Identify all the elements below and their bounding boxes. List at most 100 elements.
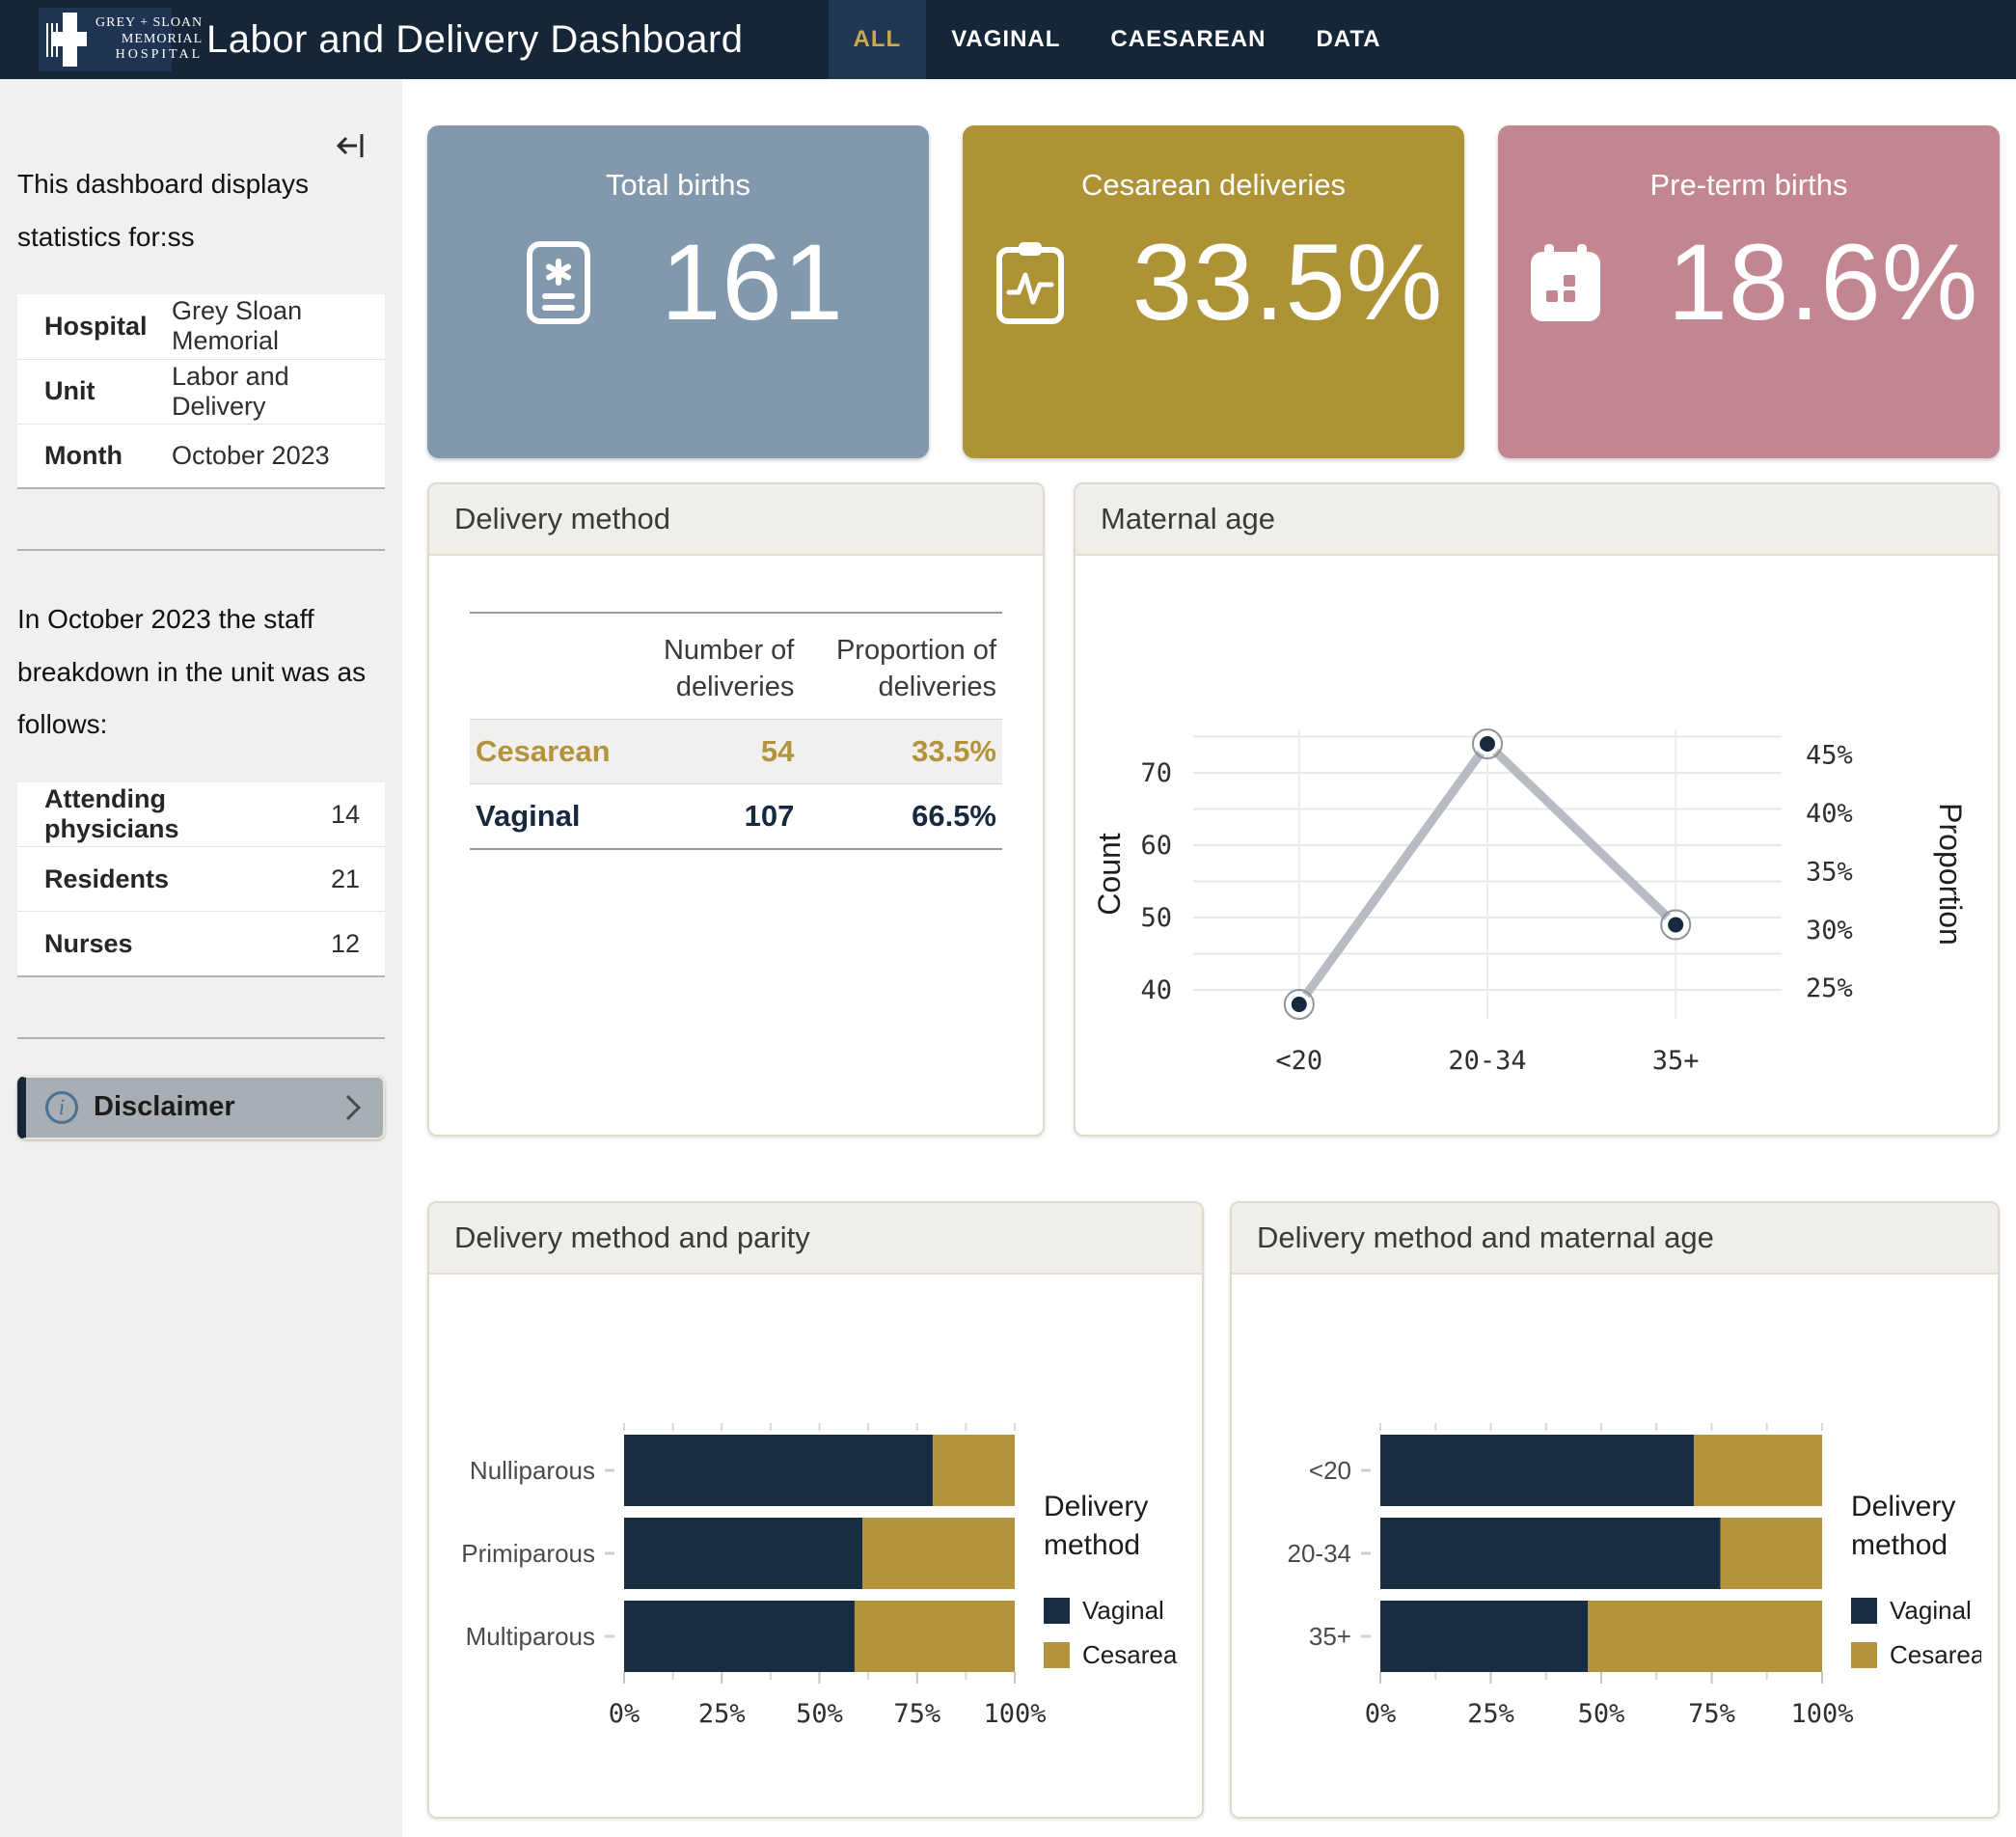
delivery-method-table: Number of deliveries Proportion of deliv… xyxy=(470,612,1002,850)
svg-text:Delivery: Delivery xyxy=(1851,1491,1955,1522)
row-count: 107 xyxy=(616,784,801,850)
svg-text:Delivery: Delivery xyxy=(1044,1491,1148,1522)
kpi-title: Cesarean deliveries xyxy=(1081,168,1346,203)
tab-vaginal[interactable]: VAGINAL xyxy=(926,0,1085,79)
svg-text:Cesarean: Cesarean xyxy=(1890,1640,1981,1669)
table-row: Residents 21 xyxy=(17,847,385,912)
panel-delivery-maternal-age: Delivery method and maternal age <2020-3… xyxy=(1230,1201,2000,1819)
sidebar-collapse-button[interactable] xyxy=(335,129,368,167)
sidebar: This dashboard displays statistics for:s… xyxy=(0,79,402,1837)
panel-maternal-age: Maternal age 4050607025%30%35%40%45%<202… xyxy=(1074,482,2000,1137)
col-header-proportion: Proportion of deliveries xyxy=(800,613,1002,720)
parity-stacked-bar-chart[interactable]: NulliparousPrimiparousMultiparous0%25%50… xyxy=(450,1419,1179,1747)
info-label: Unit xyxy=(17,359,172,424)
svg-text:50: 50 xyxy=(1140,903,1172,933)
tab-all[interactable]: ALL xyxy=(829,0,927,79)
panel-title: Delivery method and parity xyxy=(429,1203,1202,1275)
svg-text:30%: 30% xyxy=(1806,916,1853,946)
svg-text:75%: 75% xyxy=(893,1699,940,1729)
svg-text:Cesarean: Cesarean xyxy=(1082,1640,1179,1669)
svg-text:35%: 35% xyxy=(1806,857,1853,887)
staff-table: Attending physicians 14 Residents 21 Nur… xyxy=(17,782,385,977)
svg-text:60: 60 xyxy=(1140,831,1172,861)
table-row: Nurses 12 xyxy=(17,912,385,976)
collapse-arrow-icon xyxy=(335,129,368,162)
svg-text:20-34: 20-34 xyxy=(1448,1046,1526,1076)
svg-text:Vaginal: Vaginal xyxy=(1890,1596,1972,1625)
svg-text:Vaginal: Vaginal xyxy=(1082,1596,1164,1625)
svg-text:method: method xyxy=(1044,1529,1140,1561)
dashboard-info-table: Hospital Grey Sloan Memorial Unit Labor … xyxy=(17,294,385,489)
svg-text:100%: 100% xyxy=(983,1699,1046,1729)
svg-text:50%: 50% xyxy=(796,1699,843,1729)
svg-text:25%: 25% xyxy=(1467,1699,1514,1729)
kpi-value: 18.6% xyxy=(1668,220,1979,344)
charts-row-1: Delivery method Number of deliveries Pro… xyxy=(427,482,2000,1137)
kpi-card-cesarean: Cesarean deliveries 33.5% xyxy=(963,125,1464,458)
tab-caesarean[interactable]: CAESAREAN xyxy=(1085,0,1291,79)
svg-text:Multiparous: Multiparous xyxy=(466,1622,595,1651)
row-proportion: 66.5% xyxy=(800,784,1002,850)
sidebar-intro-text: This dashboard displays statistics for:s… xyxy=(17,158,385,263)
row-label: Cesarean xyxy=(470,720,616,784)
nav-tabs: ALL VAGINAL CAESAREAN DATA xyxy=(829,0,1406,79)
row-proportion: 33.5% xyxy=(800,720,1002,784)
svg-text:100%: 100% xyxy=(1790,1699,1853,1729)
info-value: October 2023 xyxy=(172,424,385,488)
staff-value: 21 xyxy=(179,847,385,912)
birth-certificate-icon xyxy=(512,236,605,329)
info-value: Labor and Delivery xyxy=(172,359,385,424)
panel-title: Delivery method xyxy=(429,484,1043,556)
panel-title: Delivery method and maternal age xyxy=(1232,1203,1998,1275)
table-row: Unit Labor and Delivery xyxy=(17,359,385,424)
staff-value: 12 xyxy=(179,912,385,976)
hospital-logo-text: GREY + SLOAN MEMORIAL HOSPITAL xyxy=(95,15,203,64)
staff-intro-text: In October 2023 the staff breakdown in t… xyxy=(17,593,385,752)
svg-text:Count: Count xyxy=(1092,833,1127,916)
chevron-right-icon xyxy=(342,1091,364,1124)
info-icon: i xyxy=(45,1091,78,1124)
age-method-stacked-bar-chart[interactable]: <2020-3435+0%25%50%75%100%Deliverymethod… xyxy=(1253,1419,1981,1747)
svg-text:0%: 0% xyxy=(609,1699,640,1729)
sidebar-divider xyxy=(17,1037,385,1039)
svg-text:25%: 25% xyxy=(1806,973,1853,1003)
kpi-title: Pre-term births xyxy=(1650,168,1848,203)
svg-text:35+: 35+ xyxy=(1309,1622,1351,1651)
svg-text:Nulliparous: Nulliparous xyxy=(470,1456,595,1485)
info-label: Hospital xyxy=(17,294,172,359)
svg-text:50%: 50% xyxy=(1578,1699,1625,1729)
svg-text:35+: 35+ xyxy=(1652,1046,1700,1076)
maternal-age-line-chart[interactable]: 4050607025%30%35%40%45%<2020-3435+CountP… xyxy=(1087,720,1975,1106)
svg-text:25%: 25% xyxy=(698,1699,746,1729)
svg-text:40: 40 xyxy=(1140,975,1172,1005)
calendar-icon xyxy=(1519,236,1612,329)
svg-text:Proportion: Proportion xyxy=(1933,803,1968,946)
page-title: Labor and Delivery Dashboard xyxy=(206,18,744,62)
info-label: Month xyxy=(17,424,172,488)
clipboard-pulse-icon xyxy=(984,236,1076,329)
svg-text:40%: 40% xyxy=(1806,799,1853,829)
top-navbar: GREY + SLOAN MEMORIAL HOSPITAL Labor and… xyxy=(0,0,2016,79)
table-row-vaginal: Vaginal 107 66.5% xyxy=(470,784,1002,850)
svg-text:75%: 75% xyxy=(1688,1699,1735,1729)
svg-text:<20: <20 xyxy=(1309,1456,1351,1485)
svg-text:method: method xyxy=(1851,1529,1948,1561)
panel-delivery-method: Delivery method Number of deliveries Pro… xyxy=(427,482,1045,1137)
logo-line1: GREY + SLOAN xyxy=(95,15,203,32)
table-row: Hospital Grey Sloan Memorial xyxy=(17,294,385,359)
charts-row-2: Delivery method and parity NulliparousPr… xyxy=(427,1201,2000,1819)
panel-title: Maternal age xyxy=(1076,484,1998,556)
sidebar-divider xyxy=(17,549,385,551)
svg-text:70: 70 xyxy=(1140,758,1172,788)
main-content: Total births 161 xyxy=(402,79,2016,1837)
table-row-cesarean: Cesarean 54 33.5% xyxy=(470,720,1002,784)
disclaimer-button[interactable]: i Disclaimer xyxy=(17,1076,385,1139)
col-header-number: Number of deliveries xyxy=(616,613,801,720)
hospital-logo: GREY + SLOAN MEMORIAL HOSPITAL xyxy=(39,8,172,71)
logo-line3: HOSPITAL xyxy=(95,47,203,64)
svg-text:45%: 45% xyxy=(1806,741,1853,771)
tab-data[interactable]: DATA xyxy=(1291,0,1405,79)
row-count: 54 xyxy=(616,720,801,784)
kpi-row: Total births 161 xyxy=(427,125,2000,458)
row-label: Vaginal xyxy=(470,784,616,850)
